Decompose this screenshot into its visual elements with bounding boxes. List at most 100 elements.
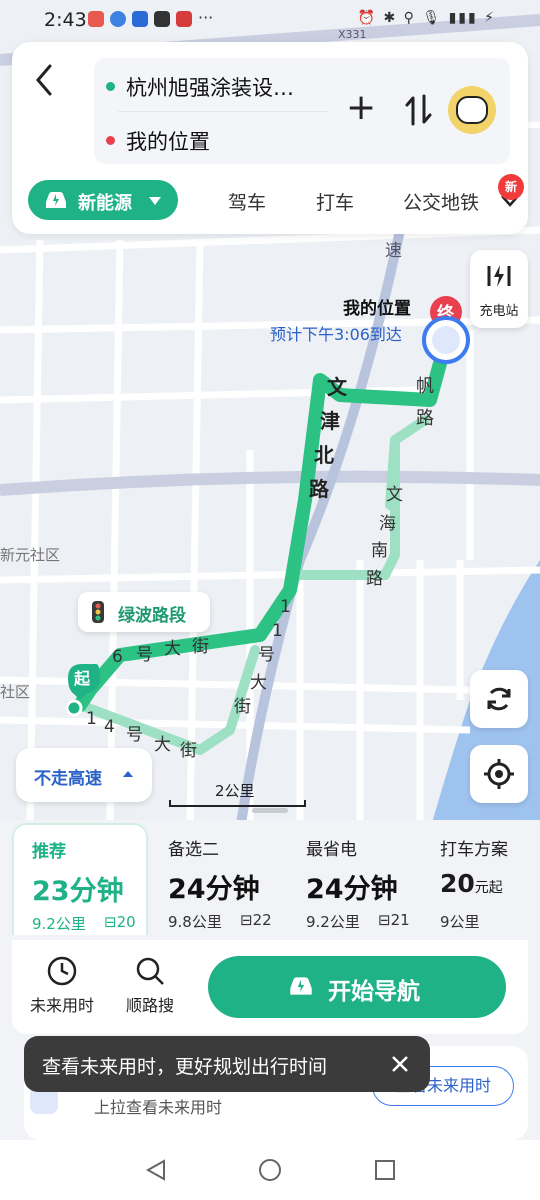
road-label: 速 (385, 241, 402, 261)
svg-text:帆: 帆 (416, 376, 434, 397)
destination-label: 我的位置 (343, 298, 411, 319)
system-nav-bar (0, 1140, 540, 1200)
route-duration: 24分钟 (306, 874, 398, 905)
locate-button[interactable] (470, 745, 528, 803)
svg-text:文: 文 (386, 485, 403, 505)
avoid-highway-label: 不走高速 (34, 769, 102, 789)
route-distance: 9.8公里 (168, 913, 222, 931)
svg-text:号: 号 (136, 645, 153, 665)
svg-text:路: 路 (309, 477, 330, 501)
toast: 查看未来用时，更好规划出行时间 (24, 1036, 430, 1092)
svg-text:大: 大 (250, 673, 267, 693)
route-distance: 9.2公里 (32, 915, 86, 933)
drag-handle[interactable] (252, 808, 288, 813)
refresh-icon (487, 687, 511, 711)
notification-icon (88, 11, 104, 27)
svg-text:路: 路 (366, 569, 383, 589)
chevron-left-icon (36, 64, 52, 96)
future-time-label: 未来用时 (29, 996, 94, 1015)
svg-text:街: 街 (180, 741, 197, 761)
svg-text:文: 文 (327, 375, 348, 399)
route-option-alt2[interactable]: 备选二 24分钟 9.8公里 ⊟22 (168, 823, 298, 935)
eta-label: 预计下午3:06到达 (270, 325, 402, 344)
notification-icon (176, 11, 192, 27)
add-waypoint-button[interactable]: + (346, 88, 376, 128)
svg-text:海: 海 (379, 514, 396, 534)
back-button[interactable] (30, 60, 64, 100)
toast-text: 查看未来用时，更好规划出行时间 (42, 1056, 328, 1078)
tab-new-energy[interactable]: 新能源 (28, 180, 178, 220)
traffic-light-count: ⊟22 (240, 911, 272, 929)
cat-face-icon (456, 96, 488, 124)
svg-text:2公里: 2公里 (215, 782, 255, 800)
ev-car-icon (46, 192, 66, 208)
traffic-light-count: ⊟21 (378, 911, 410, 929)
traffic-light-icon: ⊟ (240, 911, 253, 929)
recents-nav-icon[interactable] (373, 1158, 397, 1182)
origin-field[interactable]: 杭州旭强涂装设… (126, 72, 294, 102)
route-duration: 23分钟 (32, 876, 124, 907)
avoid-highway-button[interactable]: 不走高速 (16, 748, 152, 802)
destination-field[interactable]: 我的位置 (126, 126, 210, 156)
route-distance: 9.2公里 (306, 913, 360, 931)
svg-text:号: 号 (126, 725, 143, 745)
svg-text:街: 街 (192, 637, 209, 657)
svg-text:南: 南 (371, 541, 388, 561)
transport-tabs: 新能源 驾车 打车 公交地铁 新 (28, 174, 524, 222)
back-nav-icon[interactable] (144, 1158, 168, 1182)
destination-dot-icon (106, 136, 115, 145)
route-option-recommended[interactable]: 推荐 23分钟 9.2公里 ⊟20 (12, 823, 148, 935)
charging-icon (487, 265, 511, 287)
along-search-label: 顺路搜 (125, 996, 174, 1015)
svg-text:4: 4 (104, 717, 115, 737)
swap-route-button[interactable] (404, 92, 434, 138)
taxi-price: 20元起 (440, 869, 503, 898)
route-option-taxi[interactable]: 打车方案 20元起 9公里 (440, 823, 540, 935)
svg-text:6: 6 (112, 647, 123, 667)
route-distance: 9公里 (440, 913, 480, 931)
area-label: 新元社区 (0, 546, 60, 564)
new-badge: 新 (498, 174, 524, 200)
tab-taxi[interactable]: 打车 (316, 188, 354, 215)
notification-icon (110, 11, 126, 27)
svg-text:大: 大 (164, 639, 181, 659)
assistant-avatar[interactable] (448, 86, 496, 134)
charging-station-button[interactable]: 充电站 (470, 250, 528, 328)
svg-text:号: 号 (258, 645, 275, 665)
more-notifications-icon: ··· (198, 8, 214, 27)
start-navigation-button[interactable]: 开始导航 (208, 956, 506, 1018)
notification-icon (132, 11, 148, 27)
divider (118, 111, 328, 112)
close-icon[interactable] (390, 1054, 410, 1074)
locate-icon (484, 759, 514, 789)
area-label: 社区 (0, 683, 30, 701)
route-duration: 24分钟 (168, 874, 260, 905)
home-nav-icon[interactable] (258, 1158, 282, 1182)
charging-label: 充电站 (479, 304, 519, 319)
clock-icon (47, 956, 77, 986)
tab-drive[interactable]: 驾车 (228, 188, 266, 215)
svg-text:津: 津 (320, 409, 340, 433)
svg-text:路: 路 (416, 408, 434, 429)
green-wave-tag[interactable]: 绿波路段 (78, 592, 210, 632)
route-name: 最省电 (306, 840, 357, 860)
tab-transit[interactable]: 公交地铁 (403, 188, 483, 215)
notification-icon (154, 11, 170, 27)
svg-text:1: 1 (86, 709, 97, 729)
along-search-button[interactable]: 顺路搜 (110, 954, 190, 1024)
plus-icon: + (346, 87, 377, 128)
route-option-power-saving[interactable]: 最省电 24分钟 9.2公里 ⊟21 (306, 823, 436, 935)
route-inputs: 杭州旭强涂装设… 我的位置 + (94, 58, 510, 164)
future-time-button[interactable]: 未来用时 (22, 954, 102, 1024)
svg-text:街: 街 (234, 697, 251, 717)
route-name: 打车方案 (440, 840, 508, 860)
future-time-hint: 上拉查看未来用时 (94, 1098, 223, 1117)
traffic-light-icon: ⊟ (104, 913, 117, 931)
caret-up-icon (123, 771, 133, 777)
refresh-route-button[interactable] (470, 670, 528, 728)
svg-text:北: 北 (314, 443, 334, 467)
search-icon (136, 957, 164, 985)
origin-dot-icon (106, 82, 115, 91)
svg-text:大: 大 (154, 735, 171, 755)
route-options: 推荐 23分钟 9.2公里 ⊟20 备选二 24分钟 9.8公里 ⊟22 最省电… (12, 823, 540, 935)
